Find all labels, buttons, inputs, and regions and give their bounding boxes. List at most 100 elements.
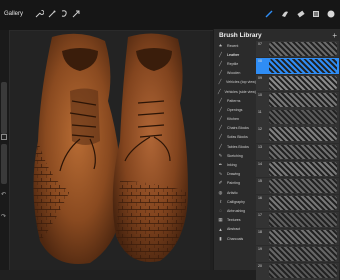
brush-category-label: Painting — [227, 181, 240, 186]
brush-library-panel: Brush Library + ★ Recent ╱ Leather ╱ Reptile ╱… — [213, 29, 340, 280]
brush-number: 20 — [258, 264, 262, 269]
brush-category-item[interactable]: ╱ Chairs Blocks — [214, 124, 256, 133]
brush-category-item[interactable]: ╱ Reptile — [214, 59, 256, 68]
brush-category-label: Charcoals — [227, 236, 244, 241]
brush-category-label: Textures — [227, 218, 241, 223]
wand-icon[interactable] — [47, 9, 57, 19]
brush-category-item[interactable]: ╱ Vehicles (top view) — [214, 78, 256, 87]
brush-category-item[interactable]: ╱ Leather — [214, 50, 256, 59]
brush-category-item[interactable]: ∿ Drawing — [214, 170, 256, 179]
layers-icon[interactable] — [311, 9, 321, 19]
opacity-slider[interactable] — [1, 144, 7, 184]
brush-category-label: Artistic — [227, 190, 238, 195]
drawing-canvas[interactable] — [10, 31, 210, 270]
brush-item[interactable]: 08 — [256, 58, 339, 75]
stroke-icon: ╱ — [219, 97, 222, 103]
stroke-icon: ╱ — [219, 60, 222, 66]
brush-list: 07 08 09 10 11 12 13 14 15 16 17 18 19 20 — [256, 41, 339, 280]
brush-category-label: Reptile — [227, 61, 239, 66]
brush-item[interactable]: 18 — [256, 229, 339, 246]
brush-category-label: Vehicles (top view) — [226, 80, 256, 85]
stroke-icon: ╱ — [219, 51, 222, 57]
brush-category-label: Vehicles (side view) — [224, 89, 256, 94]
triangle-icon: ▲ — [218, 226, 223, 232]
brush-stroke-preview — [269, 178, 337, 193]
brush-stroke-preview — [269, 59, 337, 74]
brush-category-item[interactable]: ╱ Kitchen — [214, 115, 256, 124]
stroke-icon: ╱ — [219, 70, 222, 76]
stroke-icon: ╱ — [219, 125, 222, 131]
top-toolbar: Gallery — [0, 0, 340, 31]
brush-category-label: Tables Blocks — [227, 144, 249, 149]
brush-item[interactable]: 10 — [256, 92, 339, 109]
eraser-icon[interactable] — [296, 9, 306, 19]
brush-number: 13 — [258, 144, 262, 149]
brush-item[interactable]: 17 — [256, 211, 339, 229]
brush-category-item[interactable]: ℓ Calligraphy — [214, 197, 256, 206]
brush-category-item[interactable]: ▦ Textures — [214, 216, 256, 225]
color-dot-icon[interactable] — [326, 9, 336, 19]
brush-category-label: Sofas Blocks — [227, 135, 248, 140]
brush-icon: ✐ — [218, 180, 223, 186]
brush-category-item[interactable]: ★ Recent — [214, 41, 256, 50]
brush-category-item[interactable]: ╱ Sofas Blocks — [214, 133, 256, 142]
brush-category-item[interactable]: ╱ Openings — [214, 105, 256, 114]
brush-category-list: ★ Recent ╱ Leather ╱ Reptile ╱ Wooden ╱ Vehicles … — [214, 41, 256, 243]
brush-item[interactable]: 07 — [256, 41, 339, 58]
brush-item[interactable]: 15 — [256, 177, 339, 195]
brush-category-label: Abstract — [227, 227, 241, 232]
stroke-icon: ╱ — [219, 106, 222, 112]
brush-number: 07 — [258, 42, 262, 46]
selection-icon[interactable] — [59, 9, 69, 19]
brush-category-label: Leather — [227, 52, 240, 57]
brush-stroke-preview — [269, 144, 337, 159]
brush-category-item[interactable]: ╱ Patterns — [214, 96, 256, 105]
brush-number: 17 — [258, 212, 262, 217]
brush-category-label: Openings — [227, 107, 243, 112]
smudge-icon[interactable] — [280, 9, 290, 19]
brush-item[interactable]: 19 — [256, 246, 339, 263]
brush-category-item[interactable]: ╱ Vehicles (side view) — [214, 87, 256, 96]
brush-category-item[interactable]: ▲ Abstract — [214, 225, 256, 234]
brush-item[interactable]: 12 — [256, 126, 339, 143]
brush-number: 08 — [258, 59, 262, 64]
undo-icon[interactable]: ↶ — [1, 192, 8, 199]
brush-item[interactable]: 16 — [256, 194, 339, 212]
brush-category-label: Drawing — [227, 172, 241, 177]
wrench-icon[interactable] — [34, 9, 44, 19]
stroke-icon: ╱ — [219, 116, 222, 122]
pencil-icon: ✎ — [218, 152, 223, 158]
brush-category-label: Recent — [227, 43, 239, 48]
brush-category-label: Calligraphy — [227, 199, 245, 204]
brush-item[interactable]: 14 — [256, 160, 339, 177]
panel-title: Brush Library — [219, 32, 262, 39]
add-brush-set-button[interactable]: + — [332, 31, 337, 40]
brush-category-item[interactable]: ╱ Wooden — [214, 69, 256, 78]
brush-category-label: Chairs Blocks — [227, 126, 249, 131]
arrow-icon[interactable] — [71, 9, 81, 19]
brush-category-item[interactable]: ◍ Artistic — [214, 188, 256, 197]
brush-category-item[interactable]: ✒ Inking — [214, 160, 256, 169]
brush-stroke-preview — [269, 93, 337, 108]
brush-item[interactable]: 20 — [256, 263, 339, 280]
redo-icon[interactable]: ↷ — [1, 214, 8, 221]
brush-category-label: Airbrushing — [227, 208, 246, 213]
modify-button[interactable] — [1, 134, 7, 140]
brush-number: 09 — [258, 76, 262, 81]
brush-icon[interactable] — [264, 9, 274, 19]
brush-item[interactable]: 11 — [256, 109, 339, 126]
brush-size-slider[interactable] — [1, 82, 7, 134]
swirl-icon: ∿ — [218, 171, 223, 177]
brush-category-item[interactable]: ◌ Airbrushing — [214, 206, 256, 215]
gallery-button[interactable]: Gallery — [4, 11, 23, 17]
stroke-icon: ╱ — [219, 134, 222, 140]
brush-category-item[interactable]: ✎ Sketching — [214, 151, 256, 160]
brush-number: 16 — [258, 195, 262, 200]
brush-category-item[interactable]: ✐ Painting — [214, 179, 256, 188]
palette-icon: ◍ — [218, 189, 223, 195]
brush-category-item[interactable]: ▮ Charcoals — [214, 234, 256, 243]
brush-stroke-preview — [269, 161, 337, 176]
brush-item[interactable]: 13 — [256, 143, 339, 160]
brush-category-item[interactable]: ╱ Tables Blocks — [214, 142, 256, 151]
brush-item[interactable]: 09 — [256, 75, 339, 92]
